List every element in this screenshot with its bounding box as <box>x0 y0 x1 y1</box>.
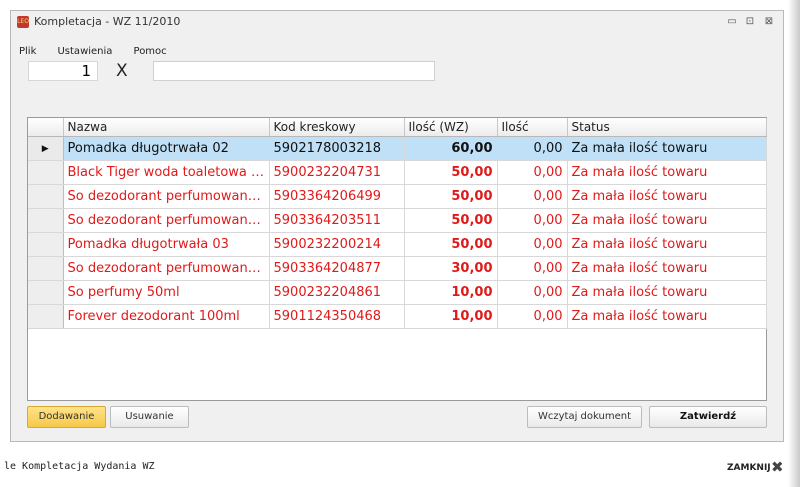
cell-ilosc[interactable]: 0,00 <box>497 256 568 281</box>
page-edge-shadow <box>788 0 800 487</box>
cell-kod[interactable]: 5900232204731 <box>269 160 405 185</box>
cell-nazwa[interactable]: So dezodorant perfumowany ... <box>63 208 270 233</box>
cell-ilosc-wz[interactable]: 60,00 <box>404 136 498 161</box>
column-header-nazwa[interactable]: Nazwa <box>63 118 270 137</box>
load-document-button[interactable]: Wczytaj dokument <box>527 406 642 428</box>
table-row[interactable]: So dezodorant perfumowany ... 5903364204… <box>28 256 767 281</box>
items-table: Nazwa Kod kreskowy Ilość (WZ) Ilość Stat… <box>28 118 767 329</box>
table-row[interactable]: Pomadka długotrwała 03 5900232200214 50,… <box>28 232 767 257</box>
cell-kod[interactable]: 5903364203511 <box>269 208 405 233</box>
close-label[interactable]: ZAMKNIJ <box>727 463 771 473</box>
maximize-icon[interactable]: ⊡ <box>743 15 757 29</box>
row-header[interactable] <box>28 160 64 185</box>
cell-ilosc-wz[interactable]: 30,00 <box>404 256 498 281</box>
row-selected-marker-icon: ▶ <box>28 136 64 161</box>
cell-nazwa[interactable]: So dezodorant perfumowany ... <box>63 184 270 209</box>
cell-status[interactable]: Za mała ilość towaru <box>567 208 767 233</box>
cell-ilosc[interactable]: 0,00 <box>497 280 568 305</box>
menu-ustawienia[interactable]: Ustawienia <box>57 46 112 57</box>
cell-nazwa[interactable]: So dezodorant perfumowany ... <box>63 256 270 281</box>
minimize-icon[interactable]: ▭ <box>725 15 739 29</box>
multiply-sign: X <box>116 61 128 81</box>
app-logo-icon: LEO <box>17 16 29 28</box>
row-header[interactable] <box>28 256 64 281</box>
table-row[interactable]: So dezodorant perfumowany ... 5903364206… <box>28 184 767 209</box>
row-header[interactable] <box>28 208 64 233</box>
column-header-ilosc-wz[interactable]: Ilość (WZ) <box>404 118 498 137</box>
cell-ilosc[interactable]: 0,00 <box>497 184 568 209</box>
menu-plik[interactable]: Plik <box>19 46 36 57</box>
remove-button[interactable]: Usuwanie <box>110 406 189 428</box>
menu-bar: Plik Ustawienia Pomoc <box>19 39 183 57</box>
cell-ilosc-wz[interactable]: 10,00 <box>404 304 498 329</box>
cell-ilosc-wz[interactable]: 50,00 <box>404 160 498 185</box>
cell-status[interactable]: Za mała ilość towaru <box>567 304 767 329</box>
table-row[interactable]: ▶ Pomadka długotrwała 02 5902178003218 6… <box>28 136 767 161</box>
cell-ilosc-wz[interactable]: 10,00 <box>404 280 498 305</box>
barcode-input[interactable] <box>153 61 435 81</box>
table-row[interactable]: Black Tiger woda toaletowa 1... 59002322… <box>28 160 767 185</box>
items-grid: Nazwa Kod kreskowy Ilość (WZ) Ilość Stat… <box>27 117 767 401</box>
cell-ilosc[interactable]: 0,00 <box>497 208 568 233</box>
cell-kod[interactable]: 5900232204861 <box>269 280 405 305</box>
window-title: Kompletacja - WZ 11/2010 <box>34 15 181 28</box>
add-button[interactable]: Dodawanie <box>27 406 106 428</box>
cell-ilosc[interactable]: 0,00 <box>497 136 568 161</box>
table-row[interactable]: So perfumy 50ml 5900232204861 10,00 0,00… <box>28 280 767 305</box>
table-row[interactable]: So dezodorant perfumowany ... 5903364203… <box>28 208 767 233</box>
cell-nazwa[interactable]: Black Tiger woda toaletowa 1... <box>63 160 270 185</box>
cell-nazwa[interactable]: So perfumy 50ml <box>63 280 270 305</box>
cell-nazwa[interactable]: Pomadka długotrwała 02 <box>63 136 270 161</box>
cell-status[interactable]: Za mała ilość towaru <box>567 184 767 209</box>
quantity-input[interactable]: 1 <box>28 61 98 81</box>
kompletacja-window: LEO Kompletacja - WZ 11/2010 ▭ ⊡ ⊠ Plik … <box>10 10 784 442</box>
cell-status[interactable]: Za mała ilość towaru <box>567 136 767 161</box>
cell-nazwa[interactable]: Pomadka długotrwała 03 <box>63 232 270 257</box>
column-header-ilosc[interactable]: Ilość <box>497 118 568 137</box>
column-header-kod-kreskowy[interactable]: Kod kreskowy <box>269 118 405 137</box>
column-header-status[interactable]: Status <box>567 118 767 137</box>
header-row: Nazwa Kod kreskowy Ilość (WZ) Ilość Stat… <box>28 118 767 137</box>
cell-kod[interactable]: 5900232200214 <box>269 232 405 257</box>
cell-status[interactable]: Za mała ilość towaru <box>567 232 767 257</box>
table-row[interactable]: Forever dezodorant 100ml 5901124350468 1… <box>28 304 767 329</box>
cell-kod[interactable]: 5903364206499 <box>269 184 405 209</box>
cell-kod[interactable]: 5901124350468 <box>269 304 405 329</box>
menu-pomoc[interactable]: Pomoc <box>134 46 167 57</box>
column-header-row-marker[interactable] <box>28 118 64 137</box>
cell-ilosc-wz[interactable]: 50,00 <box>404 232 498 257</box>
row-header[interactable] <box>28 304 64 329</box>
cell-status[interactable]: Za mała ilość towaru <box>567 280 767 305</box>
cell-nazwa[interactable]: Forever dezodorant 100ml <box>63 304 270 329</box>
cell-kod[interactable]: 5902178003218 <box>269 136 405 161</box>
footer-caption: le Kompletacja Wydania WZ <box>4 461 155 472</box>
row-header[interactable] <box>28 280 64 305</box>
row-header[interactable] <box>28 232 64 257</box>
close-window-icon[interactable]: ⊠ <box>762 15 776 29</box>
cell-kod[interactable]: 5903364204877 <box>269 256 405 281</box>
cell-ilosc[interactable]: 0,00 <box>497 232 568 257</box>
cell-ilosc-wz[interactable]: 50,00 <box>404 184 498 209</box>
title-bar[interactable]: LEO Kompletacja - WZ 11/2010 ▭ ⊡ ⊠ <box>11 11 783 35</box>
confirm-button[interactable]: Zatwierdź <box>649 406 767 428</box>
cell-ilosc-wz[interactable]: 50,00 <box>404 208 498 233</box>
row-header[interactable] <box>28 184 64 209</box>
cell-status[interactable]: Za mała ilość towaru <box>567 256 767 281</box>
close-x-icon[interactable]: ✖ <box>771 458 784 476</box>
cell-ilosc[interactable]: 0,00 <box>497 304 568 329</box>
cell-status[interactable]: Za mała ilość towaru <box>567 160 767 185</box>
cell-ilosc[interactable]: 0,00 <box>497 160 568 185</box>
